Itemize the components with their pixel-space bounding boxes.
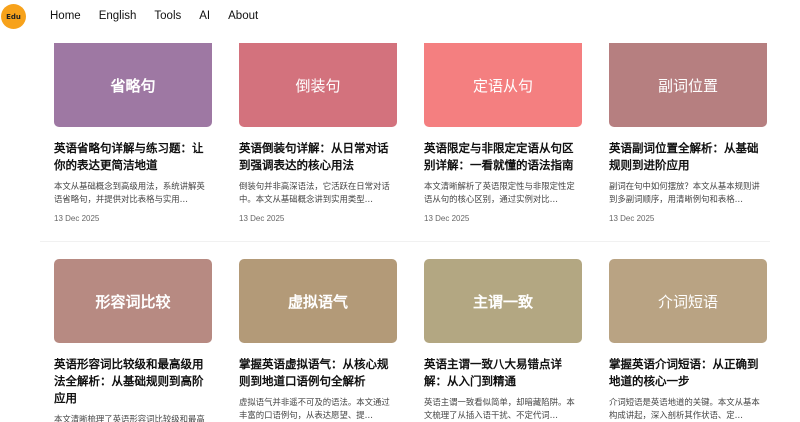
thumbnail-label: 虚拟语气 [287,292,348,311]
card-thumbnail[interactable]: 省略句 [54,43,212,127]
article-card[interactable]: 主谓一致 英语主谓一致八大易错点详解：从入门到精通 英语主谓一致看似简单，却暗藏… [424,259,584,421]
card-excerpt: 副词在句中如何摆放？本文从基本规则讲到多副词顺序，用清晰例句和表格… [609,181,760,204]
top-navigation: Edu Home English Tools AI About [0,0,800,36]
card-excerpt: 虚拟语气并非遥不可及的语法。本文通过丰富的口语例句，从表达愿望、提… [239,397,390,420]
card-excerpt: 本文清晰梳理了英语形容词比较级和最高级的构成与用法… [54,414,205,422]
nav-about[interactable]: About [228,10,258,22]
card-excerpt: 介词短语是英语地道的关键。本文从基本构成讲起，深入剖析其作状语、定… [609,397,760,420]
article-card[interactable]: 副词位置 英语副词位置全解析：从基础规则到进阶应用 副词在句中如何摆放？本文从基… [609,43,769,223]
card-excerpt: 英语主谓一致看似简单，却暗藏陷阱。本文梳理了从插入语干扰、不定代词… [424,397,575,420]
thumbnail-label: 副词位置 [657,76,718,95]
card-title[interactable]: 英语主谓一致八大易错点详解：从入门到精通 [424,356,584,390]
site-logo[interactable]: Edu [1,4,26,29]
nav-ai[interactable]: AI [199,10,210,22]
thumbnail-label: 定语从句 [472,76,533,95]
article-card[interactable]: 省略句 英语省略句详解与练习题：让你的表达更简洁地道 本文从基础概念到高级用法，… [54,43,214,223]
card-thumbnail[interactable]: 形容词比较 [54,259,212,343]
card-date: 13 Dec 2025 [424,214,470,223]
article-card[interactable]: 虚拟语气 掌握英语虚拟语气：从核心规则到地道口语例句全解析 虚拟语气并非遥不可及… [239,259,399,421]
nav-links: Home English Tools AI About [50,10,276,22]
card-date: 13 Dec 2025 [239,214,285,223]
thumbnail-label: 主谓一致 [472,292,533,311]
card-excerpt: 本文从基础概念到高级用法，系统讲解英语省略句，并提供对比表格与实用… [54,181,205,204]
card-title[interactable]: 英语倒装句详解：从日常对话到强调表达的核心用法 [239,140,399,174]
card-thumbnail[interactable]: 介词短语 [609,259,767,343]
article-card[interactable]: 介词短语 掌握英语介词短语：从正确到地道的核心一步 介词短语是英语地道的关键。本… [609,259,769,421]
thumbnail-label: 介词短语 [657,292,718,311]
card-thumbnail[interactable]: 主谓一致 [424,259,582,343]
card-title[interactable]: 英语形容词比较级和最高级用法全解析：从基础规则到高阶应用 [54,356,214,407]
card-thumbnail[interactable]: 副词位置 [609,43,767,127]
thumbnail-label: 省略句 [110,76,156,95]
nav-english[interactable]: English [99,10,137,22]
card-excerpt: 本文清晰解析了英语限定性与非限定性定语从句的核心区别，通过实例对比… [424,181,575,204]
card-title[interactable]: 英语省略句详解与练习题：让你的表达更简洁地道 [54,140,214,174]
card-title[interactable]: 掌握英语虚拟语气：从核心规则到地道口语例句全解析 [239,356,399,390]
card-thumbnail[interactable]: 定语从句 [424,43,582,127]
nav-tools[interactable]: Tools [154,10,181,22]
card-date: 13 Dec 2025 [54,214,100,223]
article-card[interactable]: 定语从句 英语限定与非限定定语从句区别详解：一看就懂的语法指南 本文清晰解析了英… [424,43,584,223]
card-title[interactable]: 英语限定与非限定定语从句区别详解：一看就懂的语法指南 [424,140,584,174]
thumbnail-label: 形容词比较 [95,292,171,311]
row-divider [40,241,770,242]
card-date: 13 Dec 2025 [609,214,655,223]
card-title[interactable]: 掌握英语介词短语：从正确到地道的核心一步 [609,356,769,390]
card-thumbnail[interactable]: 倒装句 [239,43,397,127]
card-thumbnail[interactable]: 虚拟语气 [239,259,397,343]
article-card[interactable]: 倒装句 英语倒装句详解：从日常对话到强调表达的核心用法 倒装句并非高深语法，它活… [239,43,399,223]
article-card[interactable]: 形容词比较 英语形容词比较级和最高级用法全解析：从基础规则到高阶应用 本文清晰梳… [54,259,214,422]
card-title[interactable]: 英语副词位置全解析：从基础规则到进阶应用 [609,140,769,174]
card-excerpt: 倒装句并非高深语法，它活跃在日常对话中。本文从基础概念讲到实用类型… [239,181,390,204]
nav-home[interactable]: Home [50,10,81,22]
thumbnail-label: 倒装句 [295,76,341,95]
